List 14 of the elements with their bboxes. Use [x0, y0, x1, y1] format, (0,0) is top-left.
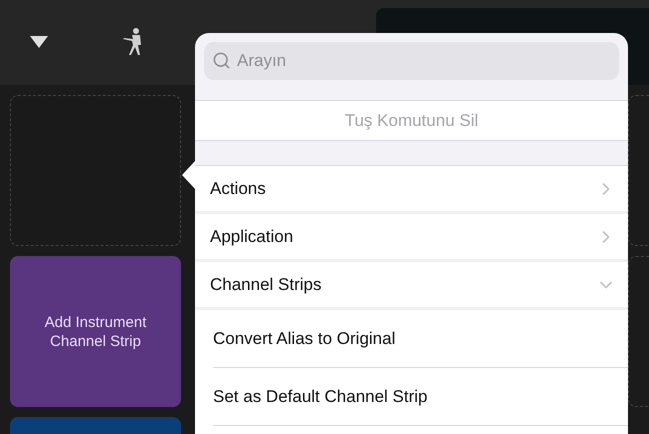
search-field[interactable]: Arayın	[204, 42, 619, 80]
category-label: Actions	[210, 178, 266, 200]
command-item[interactable]: Convert Alias to Original	[213, 310, 628, 368]
tile-label: Add Instrument Channel Strip	[44, 312, 148, 350]
add-tile[interactable]: Add Instrument Channel Strip	[10, 256, 181, 407]
command-item[interactable]: Set as Default Channel Strip	[213, 368, 628, 426]
category-row[interactable]: Channel Strips	[195, 262, 628, 310]
search-icon	[212, 51, 231, 70]
category-label: Channel Strips	[210, 274, 322, 296]
empty-slot[interactable]	[10, 95, 181, 246]
triangle-down-icon[interactable]	[30, 36, 48, 48]
category-row[interactable]: Actions	[195, 166, 628, 214]
category-label: Application	[210, 226, 294, 248]
category-row[interactable]: Application	[195, 214, 628, 262]
